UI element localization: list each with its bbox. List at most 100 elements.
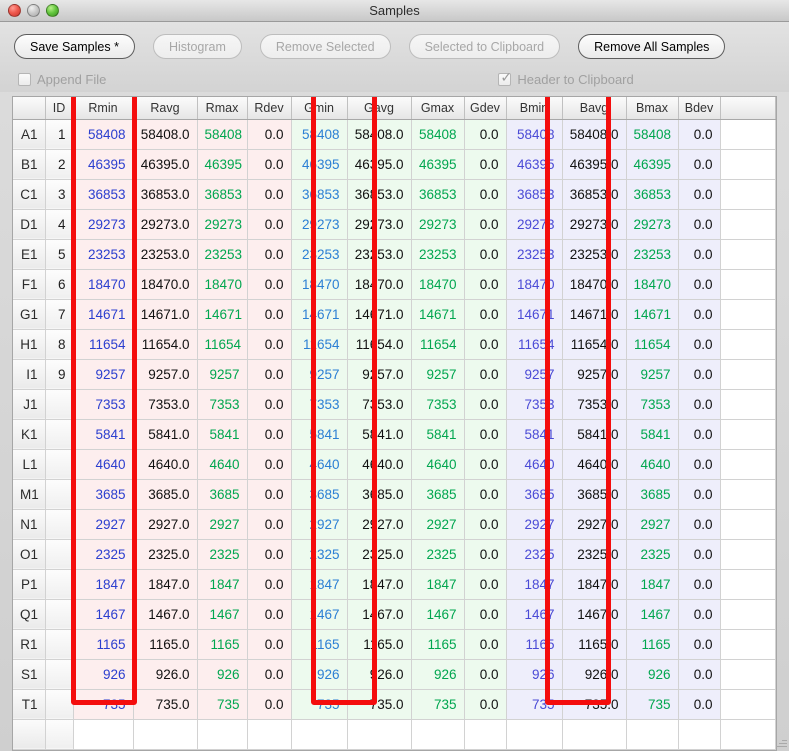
cell-rdev[interactable]: 0.0: [247, 629, 292, 660]
cell-bavg[interactable]: 735.0: [562, 689, 627, 720]
cell-gmin[interactable]: 36853: [291, 179, 348, 210]
cell-bdev[interactable]: 0.0: [678, 239, 721, 270]
cell-id[interactable]: 7: [45, 299, 74, 330]
cell-gmin[interactable]: 23253: [291, 239, 348, 270]
cell-gmin[interactable]: 1467: [291, 599, 348, 630]
cell-rmax[interactable]: 2325: [197, 539, 248, 570]
table-row[interactable]: K1 5841 5841.0 5841 0.0 5841 5841.0 5841 0.0 5841…: [13, 419, 776, 450]
cell-id[interactable]: [45, 389, 74, 420]
cell-gavg[interactable]: 9257.0: [347, 359, 412, 390]
cell-bmax[interactable]: 1847: [626, 569, 679, 600]
cell-rmax[interactable]: 1467: [197, 599, 248, 630]
cell-gmin[interactable]: 2927: [291, 509, 348, 540]
cell-bmin[interactable]: 2325: [506, 539, 563, 570]
column-header-gdev[interactable]: Gdev: [464, 97, 507, 120]
cell-id[interactable]: 3: [45, 179, 74, 210]
cell-rmin[interactable]: 3685: [73, 479, 134, 510]
cell-gdev[interactable]: 0.0: [464, 179, 507, 210]
cell-rmin[interactable]: 18470: [73, 269, 134, 300]
cell-rmax[interactable]: 29273: [197, 209, 248, 240]
cell-gdev[interactable]: 0.0: [464, 569, 507, 600]
column-header-gmin[interactable]: Gmin: [291, 97, 348, 120]
cell-bmax[interactable]: 29273: [626, 209, 679, 240]
close-button[interactable]: [8, 4, 21, 17]
cell-rmin[interactable]: 29273: [73, 209, 134, 240]
cell-bavg[interactable]: 1847.0: [562, 569, 627, 600]
cell-rmin[interactable]: 2927: [73, 509, 134, 540]
cell-rdev[interactable]: 0.0: [247, 539, 292, 570]
cell-bavg[interactable]: 18470.0: [562, 269, 627, 300]
cell-bavg[interactable]: 7353.0: [562, 389, 627, 420]
row-label[interactable]: L1: [13, 449, 46, 480]
cell-gavg[interactable]: 5841.0: [347, 419, 412, 450]
cell-rmin[interactable]: 58408: [73, 119, 134, 150]
cell-id[interactable]: 2: [45, 149, 74, 180]
table-row[interactable]: C1 3 36853 36853.0 36853 0.0 36853 36853.0 36853…: [13, 179, 776, 210]
row-label[interactable]: M1: [13, 479, 46, 510]
cell-ravg[interactable]: 7353.0: [133, 389, 198, 420]
cell-gdev[interactable]: 0.0: [464, 119, 507, 150]
cell-bmin[interactable]: 5841: [506, 419, 563, 450]
cell-rmin[interactable]: 735: [73, 689, 134, 720]
cell-bmax[interactable]: 2325: [626, 539, 679, 570]
table-row[interactable]: A1 1 58408 58408.0 58408 0.0 58408 58408.0 58408…: [13, 119, 776, 150]
cell-bdev[interactable]: 0.0: [678, 419, 721, 450]
column-header-bavg[interactable]: Bavg: [562, 97, 627, 120]
cell-ravg[interactable]: 36853.0: [133, 179, 198, 210]
row-label[interactable]: A1: [13, 119, 46, 150]
cell-bmin[interactable]: 926: [506, 659, 563, 690]
cell-gmax[interactable]: 1165: [411, 629, 465, 660]
cell-rmax[interactable]: 23253: [197, 239, 248, 270]
cell-bmax[interactable]: 2927: [626, 509, 679, 540]
cell-gmin[interactable]: 11654: [291, 329, 348, 360]
cell-gmax[interactable]: 2325: [411, 539, 465, 570]
cell-rdev[interactable]: 0.0: [247, 389, 292, 420]
cell-gmax[interactable]: 3685: [411, 479, 465, 510]
cell-gmax[interactable]: 14671: [411, 299, 465, 330]
cell-bdev[interactable]: 0.0: [678, 329, 721, 360]
cell-ravg[interactable]: 5841.0: [133, 419, 198, 450]
cell-gmax[interactable]: 9257: [411, 359, 465, 390]
cell-gavg[interactable]: 1847.0: [347, 569, 412, 600]
cell-gavg[interactable]: 58408.0: [347, 119, 412, 150]
cell-gavg[interactable]: 735.0: [347, 689, 412, 720]
cell-gdev[interactable]: 0.0: [464, 359, 507, 390]
cell-rdev[interactable]: 0.0: [247, 299, 292, 330]
cell-rmax[interactable]: 14671: [197, 299, 248, 330]
cell-bavg[interactable]: 23253.0: [562, 239, 627, 270]
cell-gmax[interactable]: 735: [411, 689, 465, 720]
cell-bmin[interactable]: 58408: [506, 119, 563, 150]
cell-rdev[interactable]: 0.0: [247, 209, 292, 240]
cell-rmax[interactable]: 18470: [197, 269, 248, 300]
cell-bdev[interactable]: 0.0: [678, 479, 721, 510]
cell-bmax[interactable]: 7353: [626, 389, 679, 420]
column-header-rdev[interactable]: Rdev: [247, 97, 292, 120]
cell-gdev[interactable]: 0.0: [464, 659, 507, 690]
append-file-checkbox[interactable]: [18, 72, 31, 86]
cell-gdev[interactable]: 0.0: [464, 629, 507, 660]
cell-ravg[interactable]: 2927.0: [133, 509, 198, 540]
cell-gavg[interactable]: 2325.0: [347, 539, 412, 570]
cell-bmin[interactable]: 1467: [506, 599, 563, 630]
cell-gmin[interactable]: 9257: [291, 359, 348, 390]
cell-gdev[interactable]: 0.0: [464, 479, 507, 510]
cell-ravg[interactable]: 46395.0: [133, 149, 198, 180]
minimize-button[interactable]: [27, 4, 40, 17]
cell-bmax[interactable]: 5841: [626, 419, 679, 450]
row-label[interactable]: O1: [13, 539, 46, 570]
cell-gavg[interactable]: 36853.0: [347, 179, 412, 210]
cell-gmin[interactable]: 1165: [291, 629, 348, 660]
cell-bdev[interactable]: 0.0: [678, 359, 721, 390]
cell-id[interactable]: [45, 629, 74, 660]
cell-bmax[interactable]: 23253: [626, 239, 679, 270]
cell-gmax[interactable]: 58408: [411, 119, 465, 150]
cell-bdev[interactable]: 0.0: [678, 689, 721, 720]
cell-rmin[interactable]: 46395: [73, 149, 134, 180]
cell-gdev[interactable]: 0.0: [464, 539, 507, 570]
cell-bmax[interactable]: 18470: [626, 269, 679, 300]
row-label[interactable]: Q1: [13, 599, 46, 630]
cell-bmin[interactable]: 18470: [506, 269, 563, 300]
row-label[interactable]: I1: [13, 359, 46, 390]
cell-bdev[interactable]: 0.0: [678, 179, 721, 210]
cell-rmin[interactable]: 14671: [73, 299, 134, 330]
